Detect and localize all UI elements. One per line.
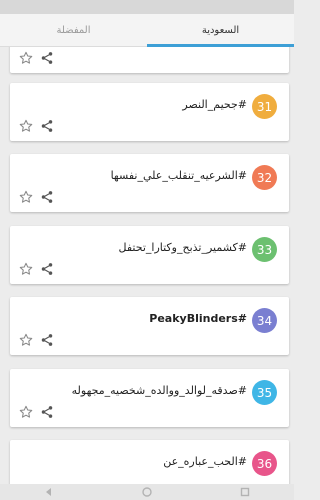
home-icon[interactable] — [142, 487, 152, 497]
star-outline-icon[interactable] — [18, 404, 34, 420]
hashtag-title[interactable]: #صدقه_لوالد_ووالده_شخصيه_مجهوله — [72, 384, 247, 397]
hashtag-title[interactable]: #الشرعيه_تنقلب_علي_نفسها — [111, 169, 247, 182]
list-item[interactable]: 36 #الحب_عباره_عن — [10, 440, 289, 484]
status-bar — [0, 0, 294, 14]
system-nav-bar — [0, 484, 294, 500]
rank-badge: 34 — [252, 308, 277, 333]
tab-bar: السعودية المفضلة — [0, 14, 294, 47]
back-icon[interactable] — [44, 487, 54, 497]
star-outline-icon[interactable] — [18, 118, 34, 134]
list-item[interactable]: 34 #PeakyBlinders — [10, 297, 289, 355]
star-outline-icon[interactable] — [18, 189, 34, 205]
recents-icon[interactable] — [240, 487, 250, 497]
trends-list[interactable]: 31 #جحيم_النصر 32 #الشرعيه_تنقلب_علي_نفس… — [0, 47, 294, 484]
rank-badge: 35 — [252, 380, 277, 405]
rank-badge: 36 — [252, 451, 277, 476]
hashtag-title[interactable]: #PeakyBlinders — [149, 312, 247, 325]
share-icon[interactable] — [40, 333, 54, 347]
star-outline-icon[interactable] — [18, 261, 34, 277]
list-item[interactable] — [10, 47, 289, 73]
tab-saudi[interactable]: السعودية — [147, 14, 294, 47]
list-item[interactable]: 32 #الشرعيه_تنقلب_علي_نفسها — [10, 154, 289, 212]
share-icon[interactable] — [40, 190, 54, 204]
list-item[interactable]: 33 #كشمير_تذبح_وكتارا_تحتفل — [10, 226, 289, 284]
hashtag-title[interactable]: #كشمير_تذبح_وكتارا_تحتفل — [119, 241, 247, 254]
rank-badge: 31 — [252, 94, 277, 119]
list-item[interactable]: 31 #جحيم_النصر — [10, 83, 289, 141]
list-item[interactable]: 35 #صدقه_لوالد_ووالده_شخصيه_مجهوله — [10, 369, 289, 427]
rank-badge: 33 — [252, 237, 277, 262]
rank-badge: 32 — [252, 165, 277, 190]
share-icon[interactable] — [40, 119, 54, 133]
star-outline-icon[interactable] — [18, 332, 34, 348]
share-icon[interactable] — [40, 51, 54, 65]
hashtag-title[interactable]: #الحب_عباره_عن — [163, 455, 247, 468]
hashtag-title[interactable]: #جحيم_النصر — [182, 98, 247, 111]
share-icon[interactable] — [40, 262, 54, 276]
tab-favorites[interactable]: المفضلة — [0, 14, 147, 46]
share-icon[interactable] — [40, 405, 54, 419]
star-outline-icon[interactable] — [18, 50, 34, 66]
